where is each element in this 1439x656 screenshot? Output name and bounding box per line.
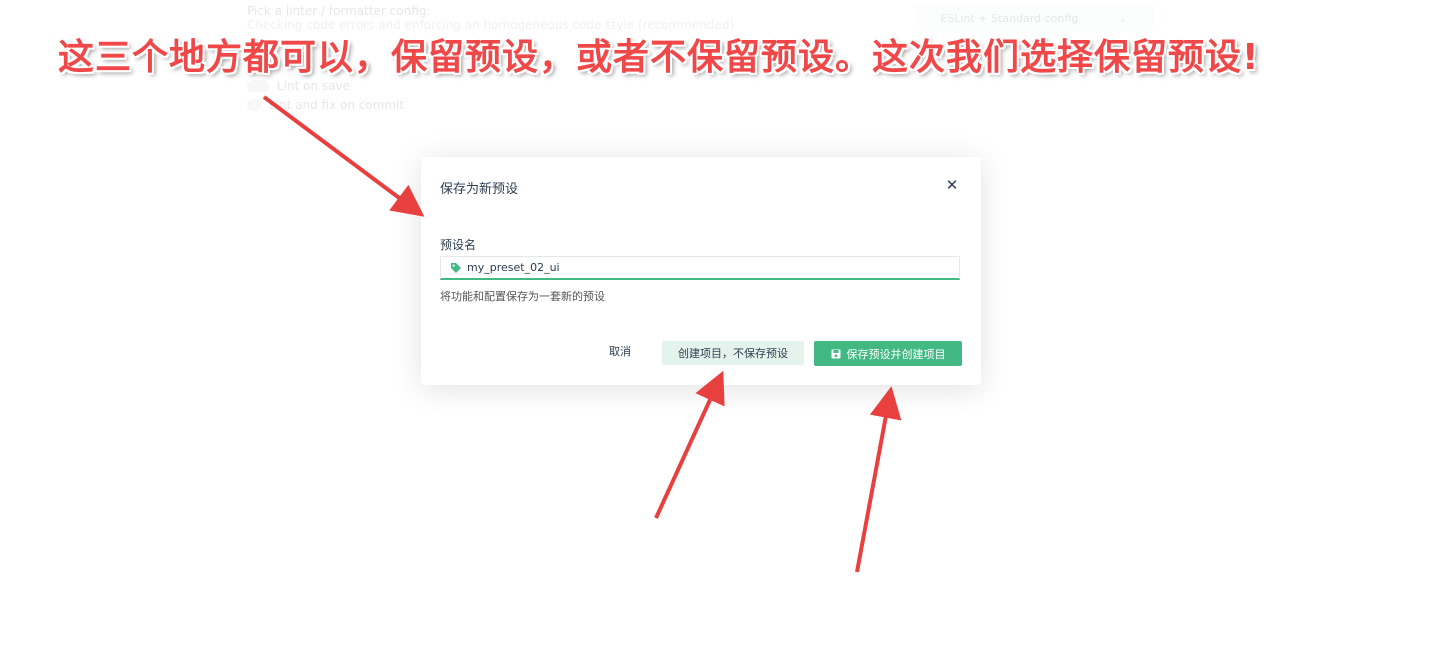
- preset-hint: 将功能和配置保存为一套新的预设: [440, 290, 605, 303]
- preset-name-label: 预设名: [440, 238, 477, 252]
- cancel-button[interactable]: 取消: [609, 343, 631, 359]
- close-icon[interactable]: ✕: [943, 176, 961, 194]
- preset-name-input[interactable]: [467, 261, 947, 274]
- save-preset-and-create-button[interactable]: 保存预设并创建项目: [814, 341, 962, 366]
- tag-icon: [450, 262, 462, 274]
- annotation-text: 这三个地方都可以，保留预设，或者不保留预设。这次我们选择保留预设!: [58, 37, 1260, 78]
- preset-name-field[interactable]: [440, 256, 960, 280]
- save-button-label: 保存预设并创建项目: [846, 347, 946, 361]
- save-preset-dialog: 保存为新预设 ✕ 预设名 将功能和配置保存为一套新的预设 取消 创建项目，不保存…: [421, 157, 981, 385]
- dialog-title: 保存为新预设: [440, 182, 519, 197]
- save-icon: [831, 349, 841, 359]
- create-without-preset-button[interactable]: 创建项目，不保存预设: [662, 341, 804, 365]
